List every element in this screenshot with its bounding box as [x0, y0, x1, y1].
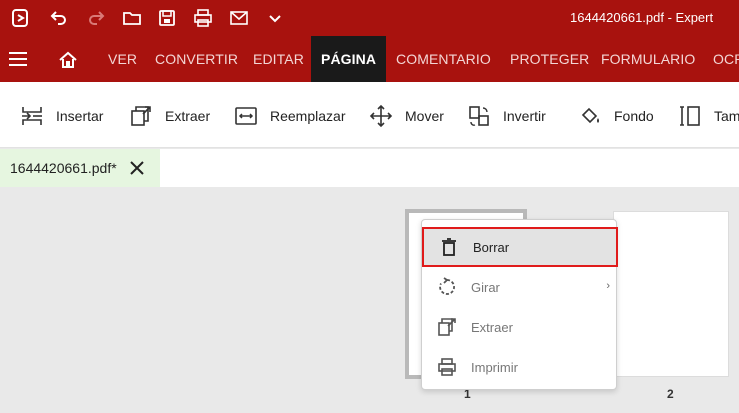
open-folder-icon[interactable]: [120, 6, 144, 30]
insert-pages-icon: [22, 107, 42, 125]
fondo-button[interactable]: Fondo: [578, 102, 654, 130]
window-title: 1644420661.pdf - Expert: [570, 10, 714, 25]
page-thumbnail-2[interactable]: [613, 211, 729, 377]
context-girar-label: Girar: [471, 279, 500, 295]
invertir-label: Invertir: [503, 108, 546, 124]
insertar-label: Insertar: [56, 108, 104, 124]
page-thumbnails-area: 1 2: [0, 187, 739, 413]
reemplazar-label: Reemplazar: [270, 108, 346, 124]
document-tab-bar: 1644420661.pdf*: [0, 149, 739, 187]
context-menu: Borrar Girar › Extraer Imprimir: [421, 219, 618, 390]
redo-icon[interactable]: [84, 6, 108, 30]
page-number-2: 2: [667, 387, 674, 401]
menu-comentario[interactable]: COMENTARIO: [396, 36, 491, 82]
invert-icon: [469, 106, 489, 126]
extraer-button[interactable]: Extraer: [129, 102, 210, 130]
context-borrar-label: Borrar: [473, 239, 510, 255]
undo-icon[interactable]: [47, 6, 71, 30]
menu-ver[interactable]: VER: [108, 36, 137, 82]
mover-label: Mover: [405, 108, 444, 124]
context-extraer[interactable]: Extraer: [422, 307, 616, 347]
hamburger-menu-icon[interactable]: [8, 50, 28, 68]
mover-button[interactable]: Mover: [369, 102, 444, 130]
invertir-button[interactable]: Invertir: [467, 102, 546, 130]
document-tab-label: 1644420661.pdf*: [10, 160, 117, 176]
menu-formulario[interactable]: FORMULARIO: [601, 36, 695, 82]
print-icon[interactable]: [191, 6, 215, 30]
menu-bar: VER CONVERTIR EDITAR PÁGINA COMENTARIO P…: [0, 36, 739, 82]
menu-ocr[interactable]: OCR: [713, 36, 739, 82]
extract-icon: [131, 106, 151, 126]
menu-proteger[interactable]: PROTEGER: [510, 36, 589, 82]
replace-icon: [235, 107, 257, 125]
save-icon[interactable]: [155, 6, 179, 30]
reemplazar-button[interactable]: Reemplazar: [234, 102, 345, 130]
context-imprimir-label: Imprimir: [471, 359, 518, 375]
page-ribbon: Insertar Extraer Reemplazar Mover Invert…: [0, 82, 739, 148]
close-icon[interactable]: [129, 160, 145, 176]
document-tab[interactable]: 1644420661.pdf*: [0, 149, 160, 187]
menu-editar[interactable]: EDITAR: [253, 36, 304, 82]
print-icon: [438, 358, 456, 376]
paint-bucket-icon: [581, 107, 599, 124]
menu-pagina[interactable]: PÁGINA: [311, 36, 387, 82]
move-icon: [369, 104, 393, 128]
context-imprimir[interactable]: Imprimir: [422, 347, 616, 387]
home-icon[interactable]: [58, 50, 78, 70]
tamano-label: Tam: [714, 108, 739, 124]
page-size-icon: [680, 106, 700, 126]
extract-icon: [438, 318, 456, 336]
tamano-button[interactable]: Tam: [678, 102, 739, 130]
extraer-label: Extraer: [165, 108, 211, 124]
trash-icon: [442, 238, 456, 256]
fondo-label: Fondo: [614, 108, 654, 124]
title-bar: 1644420661.pdf - Expert: [0, 0, 739, 36]
context-extraer-label: Extraer: [471, 319, 513, 335]
insertar-button[interactable]: Insertar: [20, 102, 103, 130]
app-logo-icon[interactable]: [8, 6, 32, 30]
context-girar[interactable]: Girar ›: [422, 267, 616, 307]
chevron-down-icon[interactable]: [263, 6, 287, 30]
menu-convertir[interactable]: CONVERTIR: [155, 36, 238, 82]
chevron-right-icon: ›: [606, 280, 610, 292]
mail-icon[interactable]: [227, 6, 251, 30]
context-borrar[interactable]: Borrar: [422, 227, 618, 267]
rotate-icon: [439, 277, 455, 295]
